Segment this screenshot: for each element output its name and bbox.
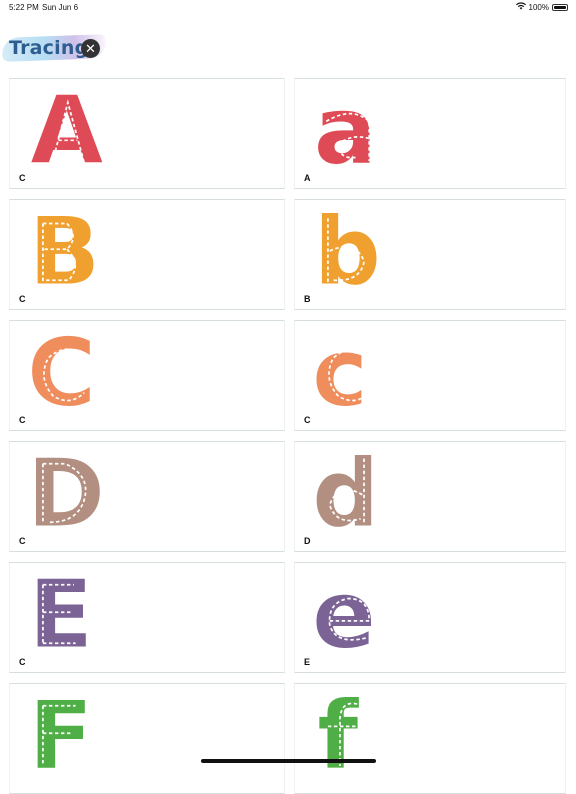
card-label: C (19, 536, 26, 546)
letter-glyph: f (318, 682, 360, 790)
letter-glyph: E (29, 561, 92, 669)
letter-glyph: B (29, 198, 100, 306)
letter-glyph: C (27, 319, 95, 427)
letter-glyph: b (314, 198, 380, 306)
letter-card[interactable]: f (294, 682, 566, 794)
svg-text:a: a (314, 77, 377, 185)
status-right: 100% (515, 2, 568, 12)
letter-card[interactable]: a A (294, 77, 566, 189)
letter-card[interactable]: B C (9, 198, 285, 310)
status-bar: 5:22 PM Sun Jun 6 100% (0, 0, 576, 14)
card-label: C (304, 415, 311, 425)
card-label: D (304, 536, 311, 546)
card-label: E (304, 657, 311, 667)
svg-text:C: C (27, 319, 95, 427)
letter-grid: A C a A B C b B C C c C D C d D E C e E … (9, 77, 566, 794)
letter-card[interactable]: c C (294, 319, 566, 431)
letter-card[interactable]: d D (294, 440, 566, 552)
letter-card[interactable]: b B (294, 198, 566, 310)
svg-text:d: d (312, 440, 378, 548)
letter-card[interactable]: e E (294, 561, 566, 673)
letter-glyph: c (312, 319, 370, 427)
status-time: 5:22 PM (9, 3, 39, 12)
svg-text:e: e (312, 561, 375, 669)
page-title: Tracing (9, 37, 89, 59)
wifi-icon (515, 2, 526, 12)
letter-glyph: D (27, 440, 104, 548)
card-label: B (304, 294, 311, 304)
letter-card[interactable]: D C (9, 440, 285, 552)
close-icon[interactable]: ✕ (81, 39, 100, 58)
letter-card[interactable]: A C (9, 77, 285, 189)
letter-card[interactable]: C C (9, 319, 285, 431)
header: Tracing ✕ (0, 26, 200, 70)
card-label: C (19, 173, 26, 183)
svg-text:E: E (29, 561, 92, 669)
svg-text:F: F (29, 682, 92, 790)
letter-card[interactable]: F (9, 682, 285, 794)
card-label: C (19, 415, 26, 425)
letter-card[interactable]: E C (9, 561, 285, 673)
letter-glyph: F (29, 682, 92, 790)
svg-text:c: c (312, 319, 367, 427)
status-date: Sun Jun 6 (42, 3, 79, 12)
letter-glyph: e (312, 561, 375, 669)
svg-text:D: D (27, 440, 104, 548)
svg-text:A: A (31, 77, 103, 185)
home-indicator[interactable] (201, 759, 376, 763)
svg-text:f: f (318, 682, 360, 790)
battery-percent: 100% (528, 2, 549, 12)
letter-glyph: a (314, 77, 377, 185)
card-label: C (19, 657, 26, 667)
svg-text:b: b (314, 198, 380, 306)
letter-glyph: A (31, 77, 103, 185)
card-label: A (304, 173, 311, 183)
svg-text:B: B (29, 198, 100, 306)
letter-glyph: d (312, 440, 378, 548)
battery-icon (552, 3, 568, 11)
card-label: C (19, 294, 26, 304)
